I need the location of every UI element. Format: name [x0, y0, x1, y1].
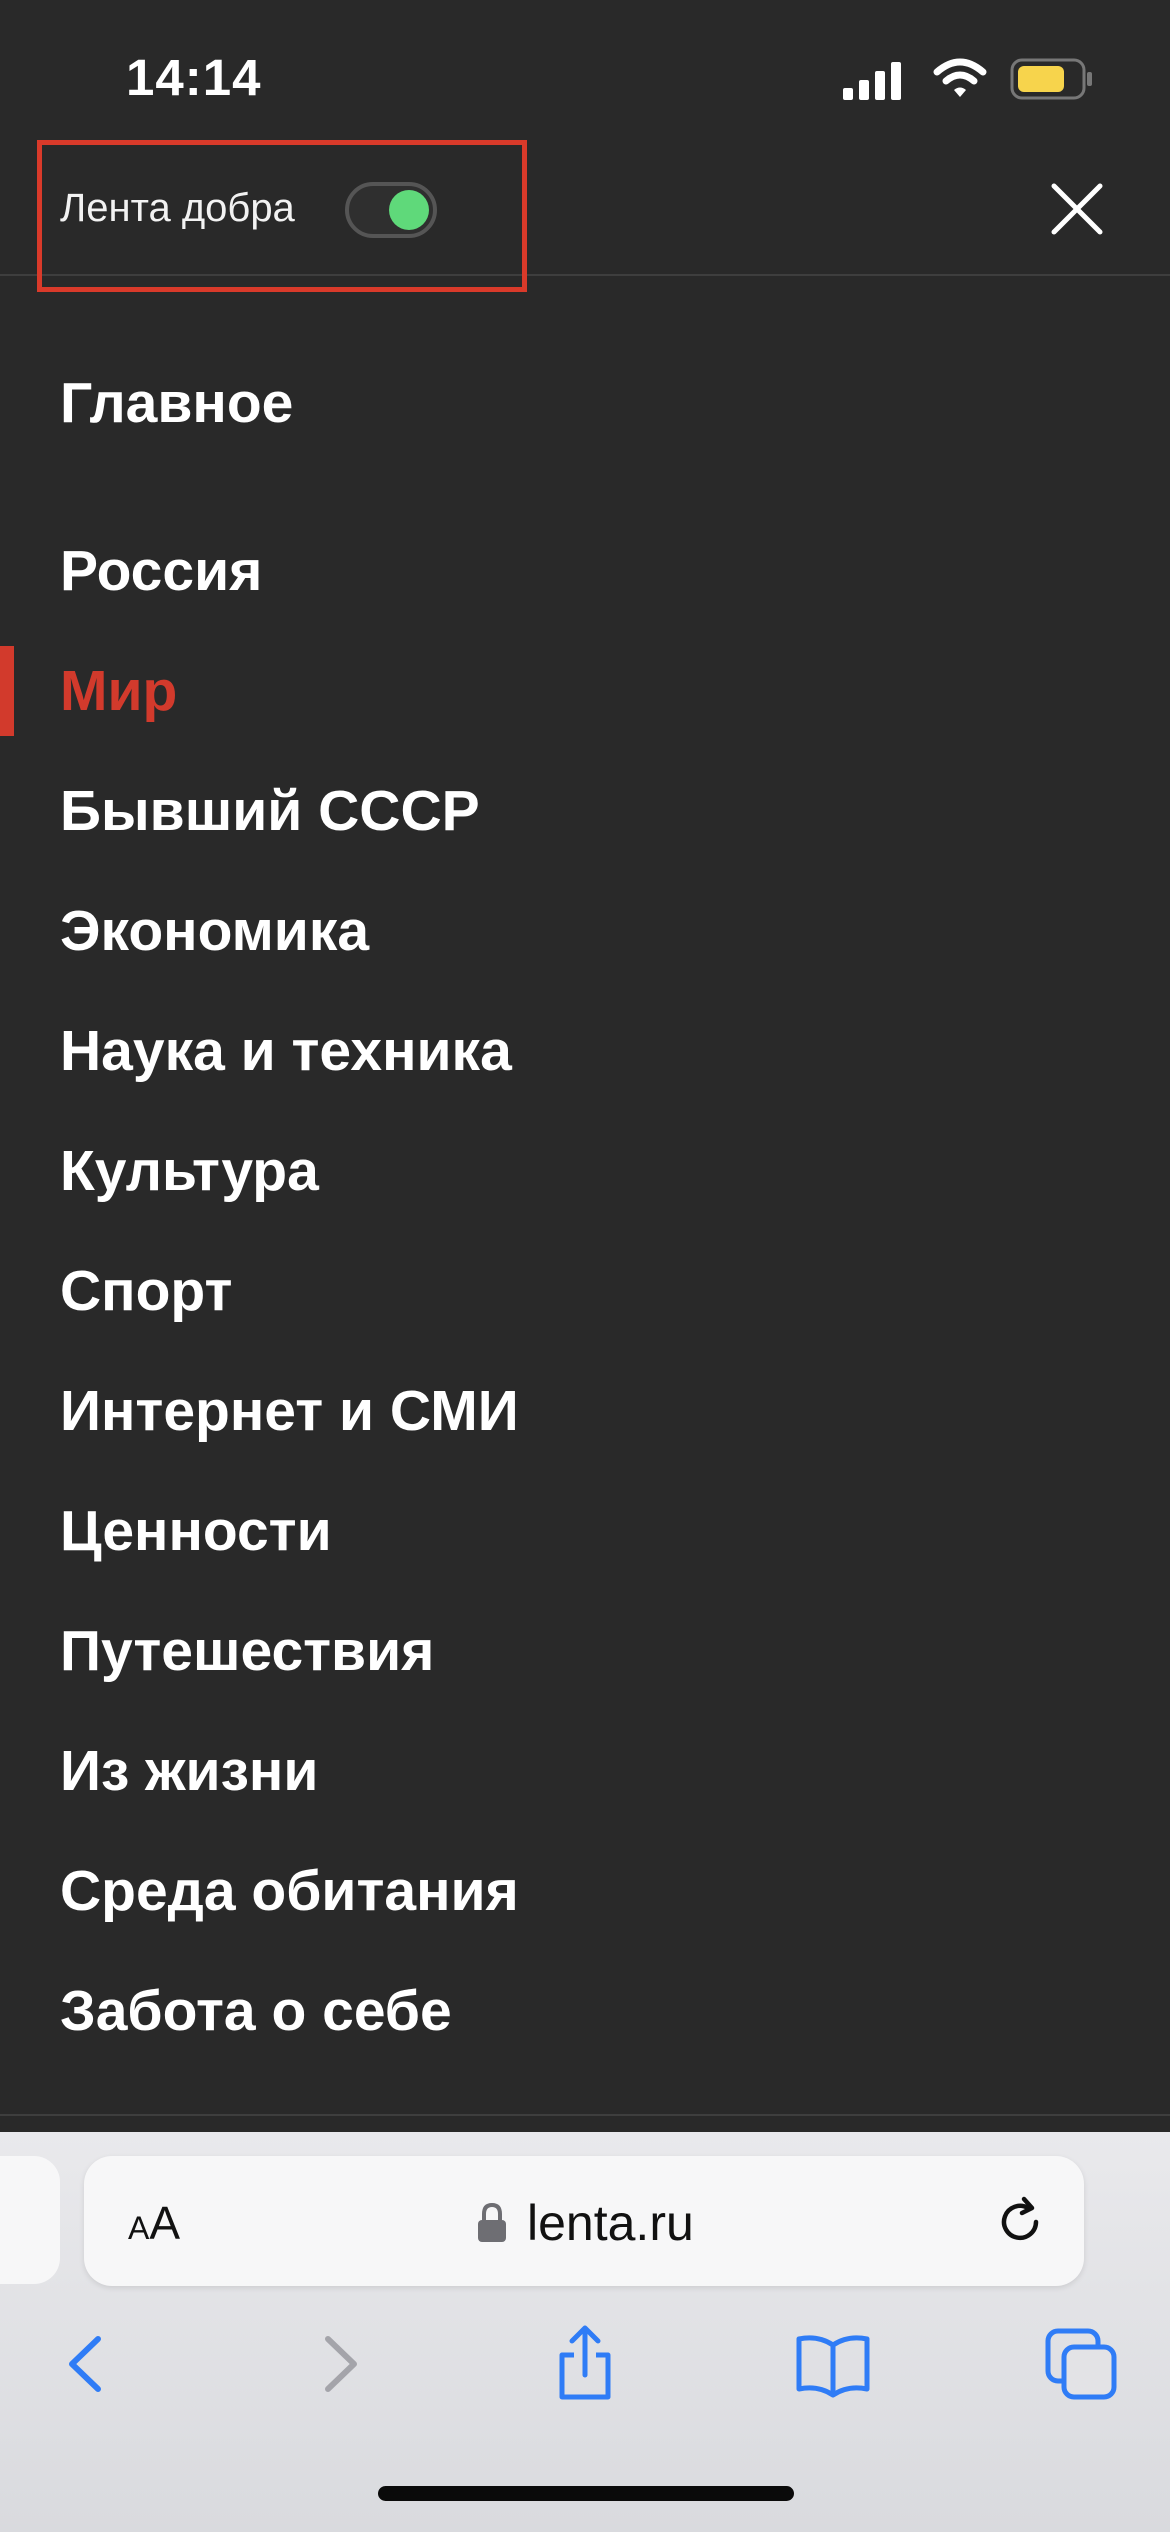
- share-icon[interactable]: [546, 2325, 624, 2403]
- menu-item-from-life[interactable]: Из жизни: [60, 1738, 318, 1804]
- menu-item-self-care[interactable]: Забота о себе: [60, 1978, 452, 2044]
- page-settings-button[interactable]: AA: [128, 2196, 180, 2250]
- battery-icon: [1010, 58, 1092, 100]
- menu-item-russia[interactable]: Россия: [60, 538, 262, 604]
- toggle-knob: [389, 190, 429, 230]
- status-bar: 14:14: [0, 0, 1170, 150]
- forward-icon[interactable]: [300, 2325, 378, 2403]
- menu-item-habitat[interactable]: Среда обитания: [60, 1858, 519, 1924]
- kindness-feed-label: Лента добра: [60, 186, 295, 230]
- bookmarks-icon[interactable]: [794, 2325, 872, 2403]
- menu-item-values[interactable]: Ценности: [60, 1498, 332, 1564]
- menu-item-economy[interactable]: Экономика: [60, 898, 369, 964]
- menu-item-culture[interactable]: Культура: [60, 1138, 319, 1204]
- menu-item-sport[interactable]: Спорт: [60, 1258, 232, 1324]
- address-bar[interactable]: AA lenta.ru: [84, 2156, 1084, 2286]
- status-time: 14:14: [126, 49, 262, 106]
- home-indicator: [378, 2486, 794, 2501]
- close-icon[interactable]: [1048, 180, 1106, 238]
- menu-item-travel[interactable]: Путешествия: [60, 1618, 434, 1684]
- lock-icon: [478, 2202, 506, 2242]
- menu-item-main[interactable]: Главное: [60, 370, 293, 436]
- menu-header: Лента добра: [0, 140, 1170, 292]
- signal-icon: [843, 62, 901, 100]
- tabs-icon[interactable]: [1042, 2325, 1120, 2403]
- url-text: lenta.ru: [527, 2195, 694, 2251]
- previous-tab-pill[interactable]: [0, 2156, 60, 2284]
- back-icon[interactable]: [48, 2325, 126, 2403]
- aa-small-letter: A: [128, 2210, 150, 2246]
- menu-item-science[interactable]: Наука и техника: [60, 1018, 512, 1084]
- kindness-feed-toggle[interactable]: [345, 182, 437, 238]
- menu-item-former-ussr[interactable]: Бывший СССР: [60, 778, 480, 844]
- wifi-icon: [933, 58, 987, 97]
- aa-big-letter: A: [149, 2197, 181, 2249]
- active-item-marker: [0, 646, 14, 736]
- menu-item-internet-media[interactable]: Интернет и СМИ: [60, 1378, 519, 1444]
- browser-toolbar: AA lenta.ru: [0, 2132, 1170, 2532]
- reload-icon[interactable]: [994, 2196, 1046, 2248]
- menu-divider: [0, 2114, 1170, 2116]
- menu-item-world[interactable]: Мир: [60, 658, 177, 724]
